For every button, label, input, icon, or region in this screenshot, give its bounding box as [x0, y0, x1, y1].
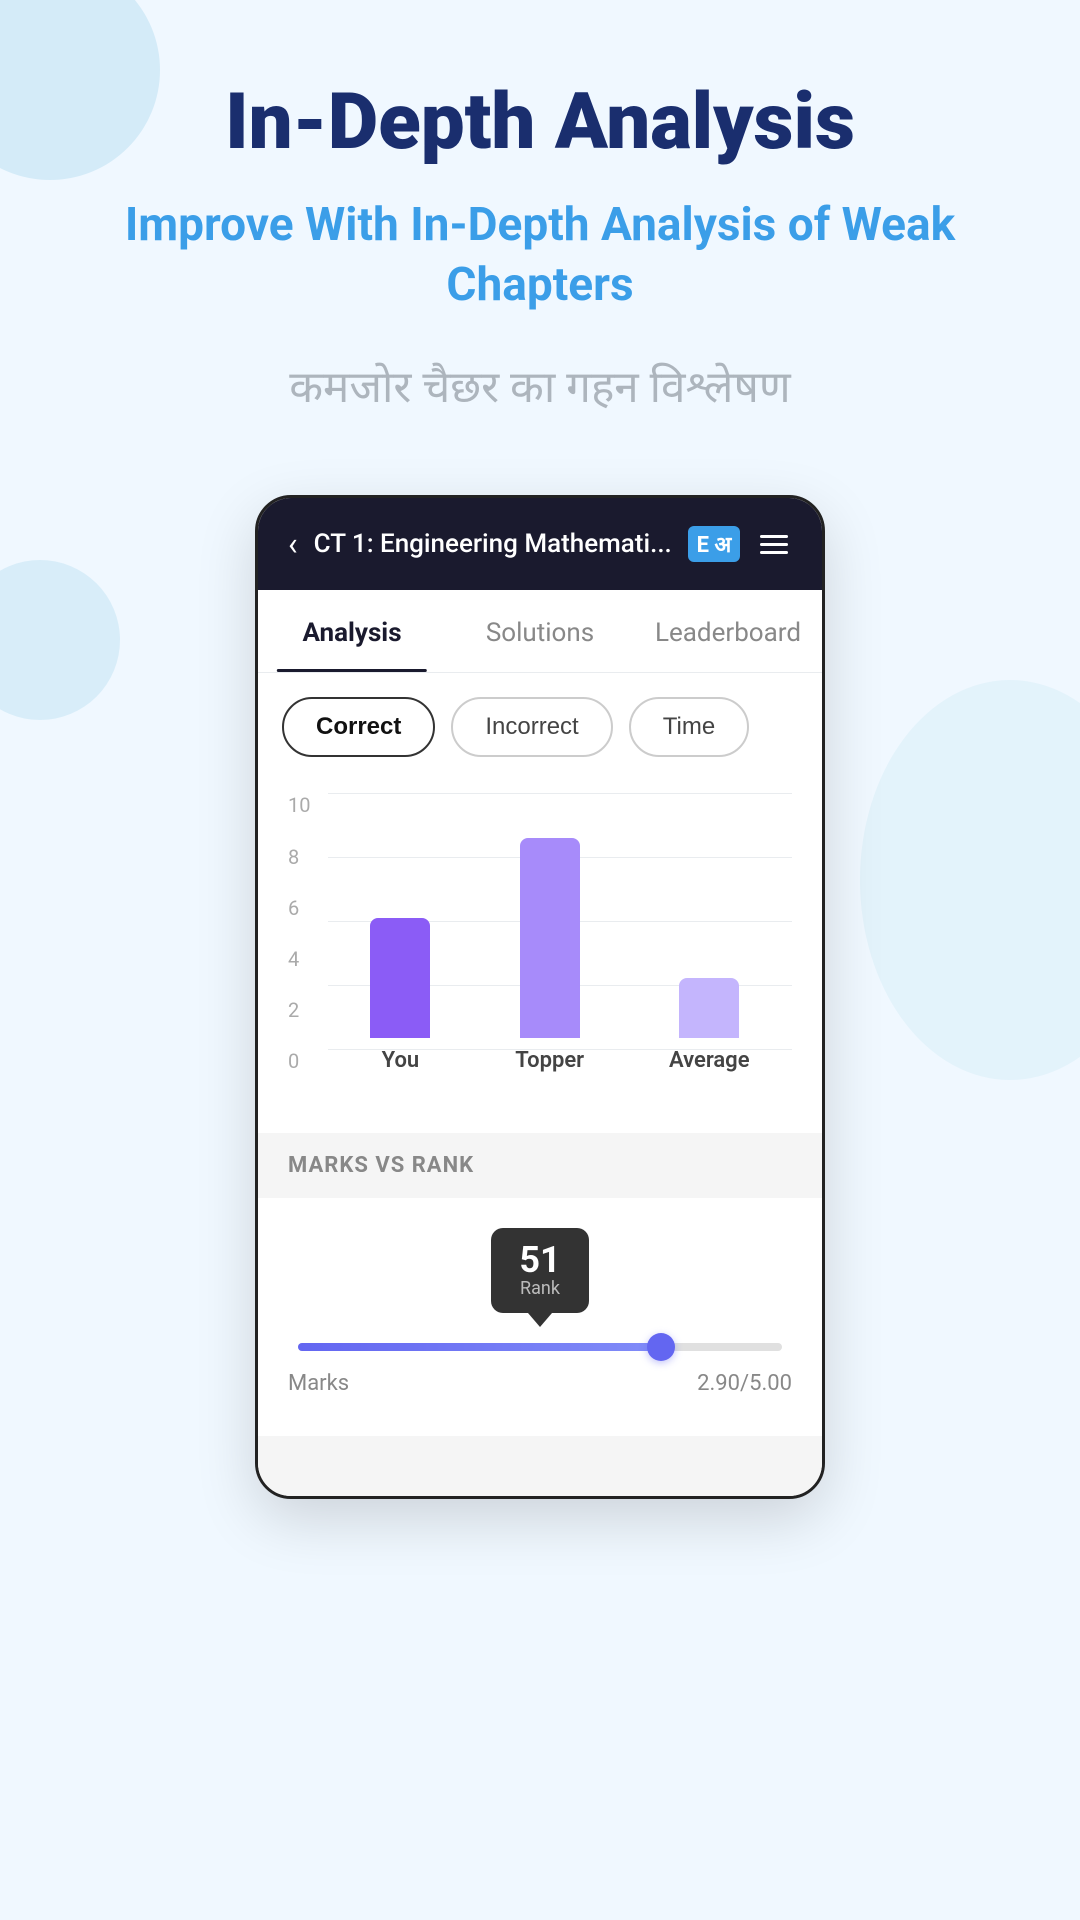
phone-header: ‹ CT 1: Engineering Mathemati... E अ: [258, 498, 822, 590]
slider-track: [298, 1343, 782, 1351]
tab-solutions[interactable]: Solutions: [446, 590, 634, 672]
bar-label-average: Average: [669, 1048, 750, 1073]
menu-line-3: [760, 551, 788, 554]
header-title: CT 1: Engineering Mathemati...: [314, 529, 672, 559]
rank-label: Rank: [519, 1278, 560, 1299]
y-label-6: 6: [288, 896, 310, 920]
subtitle-hi: कमजोर चैछर का गहन विश्लेषण: [289, 355, 790, 415]
marks-row: Marks 2.90/5.00: [288, 1371, 792, 1396]
marks-vs-rank-title: MARKS VS RANK: [258, 1133, 822, 1198]
menu-line-2: [760, 543, 788, 546]
page-content: In-Depth Analysis Improve With In-Depth …: [0, 0, 1080, 1559]
slider-container: [288, 1343, 792, 1351]
y-label-10: 10: [288, 793, 310, 817]
pill-incorrect[interactable]: Incorrect: [451, 697, 612, 757]
y-axis: 10 8 6 4 2 0: [288, 793, 310, 1073]
tab-leaderboard[interactable]: Leaderboard: [634, 590, 822, 672]
chart-area: 10 8 6 4 2 0: [258, 773, 822, 1133]
pill-correct[interactable]: Correct: [282, 697, 435, 757]
main-title: In-Depth Analysis: [225, 80, 855, 166]
bars-group: You Topper Average: [328, 793, 792, 1073]
bar-item-you: You: [370, 918, 430, 1073]
y-label-4: 4: [288, 947, 310, 971]
menu-button[interactable]: [756, 531, 792, 558]
phone-mockup: ‹ CT 1: Engineering Mathemati... E अ Ana…: [255, 495, 825, 1499]
rank-badge-container: 51 Rank: [288, 1228, 792, 1313]
y-label-2: 2: [288, 998, 310, 1022]
filter-pills: Correct Incorrect Time: [258, 673, 822, 773]
chart-inner: You Topper Average: [328, 793, 792, 1113]
menu-line-1: [760, 535, 788, 538]
rank-number: 51: [519, 1242, 560, 1278]
slider-fill: [298, 1343, 661, 1351]
tabs-bar: Analysis Solutions Leaderboard: [258, 590, 822, 673]
bar-average: [679, 978, 739, 1038]
tab-analysis[interactable]: Analysis: [258, 590, 446, 672]
back-button[interactable]: ‹: [288, 528, 298, 560]
rank-badge: 51 Rank: [491, 1228, 588, 1313]
slider-thumb[interactable]: [647, 1333, 675, 1361]
bar-chart: 10 8 6 4 2 0: [288, 793, 792, 1113]
marks-label: Marks: [288, 1371, 349, 1396]
bar-item-average: Average: [669, 978, 750, 1073]
book-icon: E अ: [688, 526, 740, 562]
pill-time[interactable]: Time: [629, 697, 749, 757]
marks-value: 2.90/5.00: [697, 1371, 792, 1396]
bar-you: [370, 918, 430, 1038]
bar-topper: [520, 838, 580, 1038]
bar-item-topper: Topper: [515, 838, 584, 1073]
bar-label-topper: Topper: [515, 1048, 584, 1073]
subtitle-en: Improve With In-Depth Analysis of Weak C…: [60, 196, 1020, 316]
bar-label-you: You: [382, 1048, 420, 1073]
marks-rank-card: 51 Rank Marks 2.90/5.00: [258, 1198, 822, 1436]
y-label-0: 0: [288, 1049, 310, 1073]
y-label-8: 8: [288, 845, 310, 869]
bottom-section: [258, 1436, 822, 1496]
